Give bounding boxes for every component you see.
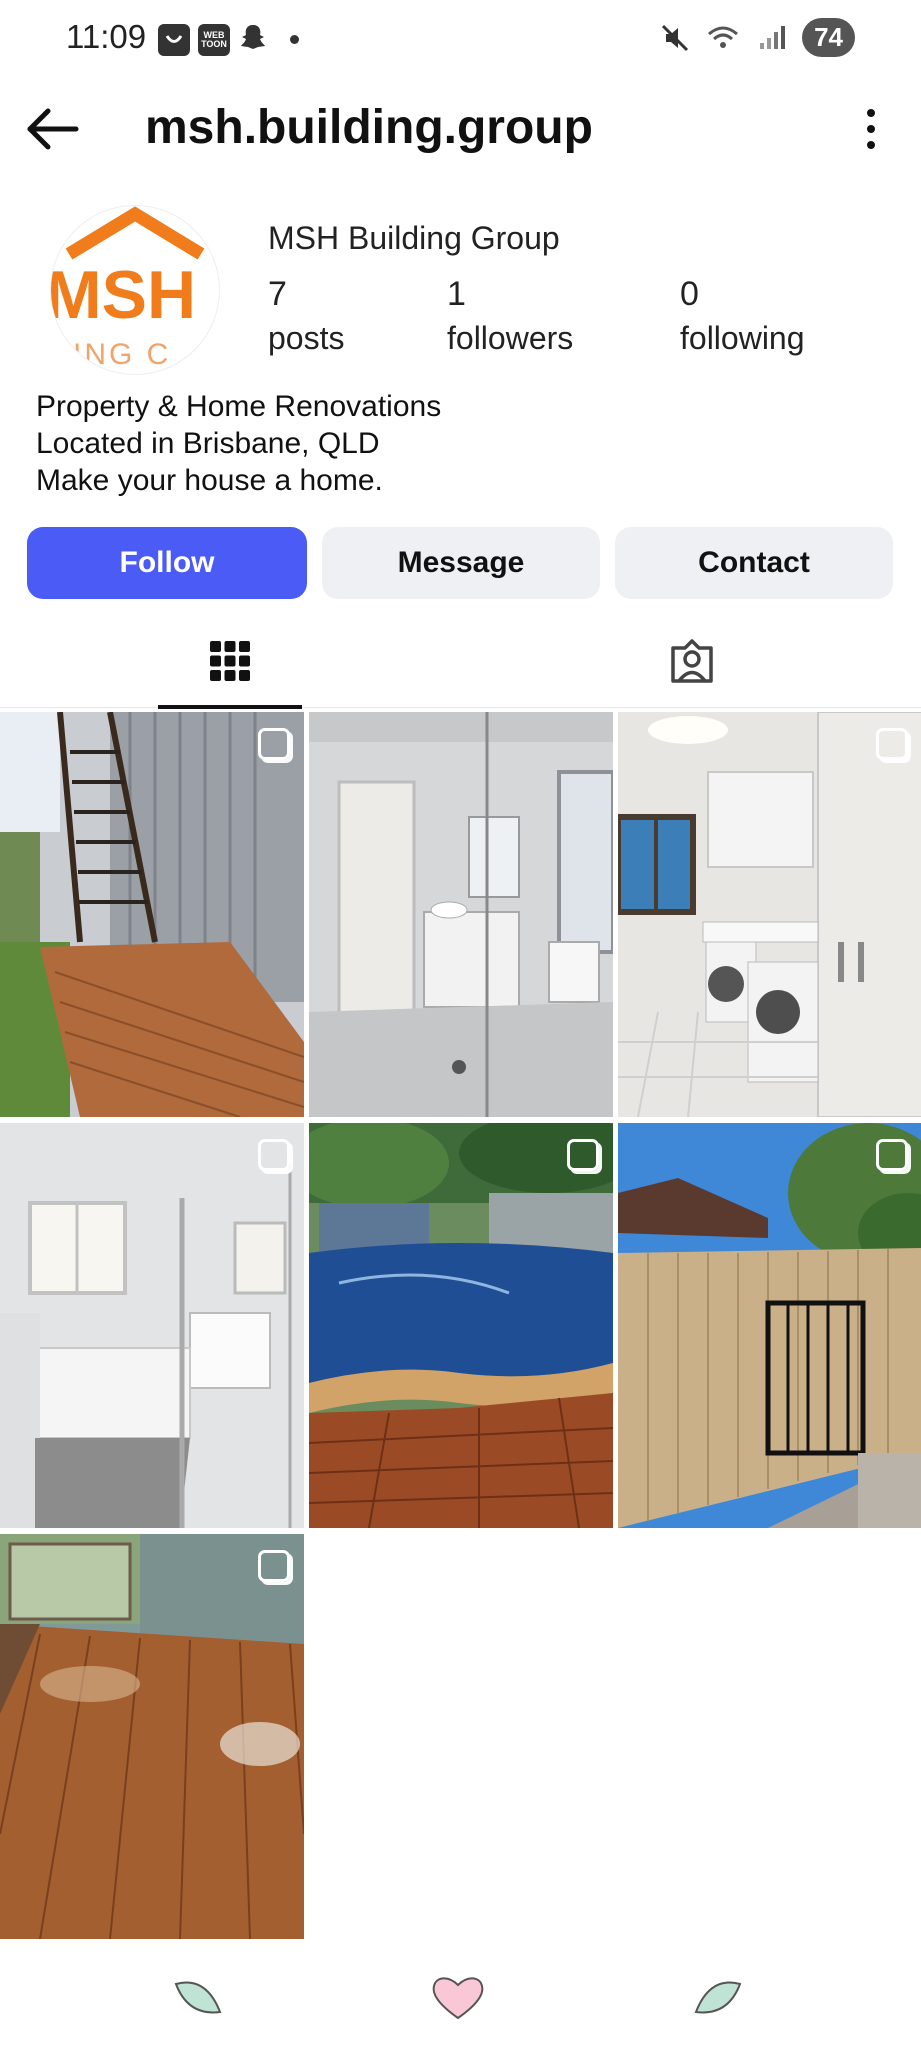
multiple-photos-icon: [258, 1139, 290, 1171]
more-dot-icon: [867, 141, 875, 149]
bio-line: Property & Home Renovations: [36, 390, 442, 423]
followers-count-value: 1: [447, 275, 466, 313]
posts-count[interactable]: 7 posts: [268, 275, 344, 357]
multiple-photos-icon: [258, 728, 290, 760]
profile-username: msh.building.group: [145, 101, 593, 154]
contact-button[interactable]: Contact: [615, 527, 893, 599]
mute-icon: [662, 24, 689, 51]
notification-icons: WEB TOON: [158, 22, 299, 57]
post-thumbnail[interactable]: [309, 712, 613, 1117]
battery-indicator: 74: [802, 18, 855, 57]
multiple-photos-icon: [567, 1139, 599, 1171]
follow-button[interactable]: Follow: [27, 527, 307, 599]
msh-logo: MSH ING C: [51, 206, 205, 371]
heart-icon: [432, 1977, 484, 2020]
notification-dot-icon: [290, 35, 299, 44]
profile-avatar[interactable]: MSH ING C: [50, 205, 220, 375]
posts-count-value: 7: [268, 275, 287, 313]
post-thumbnail[interactable]: [0, 1534, 304, 1939]
post-thumbnail[interactable]: [0, 1123, 304, 1528]
nav-heart-button[interactable]: [428, 1972, 488, 2022]
more-dot-icon: [867, 109, 875, 117]
message-button[interactable]: Message: [322, 527, 600, 599]
multiple-photos-icon: [258, 1550, 290, 1582]
post-thumbnail[interactable]: [618, 1123, 921, 1528]
back-button[interactable]: [24, 104, 84, 154]
post-thumbnail[interactable]: [0, 712, 304, 1117]
followers-count-label: followers: [447, 320, 574, 356]
back-arrow-icon: [27, 108, 79, 150]
nav-leaf-left-button[interactable]: [168, 1972, 228, 2022]
post-thumbnail[interactable]: [618, 712, 921, 1117]
post-thumbnail[interactable]: [309, 1123, 613, 1528]
post-image: [618, 712, 921, 1117]
post-image: [0, 1534, 304, 1939]
post-image: [618, 1123, 921, 1528]
more-dot-icon: [867, 125, 875, 133]
wifi-icon: [708, 26, 739, 48]
profile-display-name: MSH Building Group: [268, 220, 560, 256]
more-options-button[interactable]: [851, 104, 891, 154]
messages-app-icon: [158, 23, 190, 56]
tagged-person-icon: [671, 639, 713, 683]
webtoon-app-icon: WEB TOON: [198, 23, 230, 56]
following-count-value: 0: [680, 275, 699, 313]
post-image: [309, 1123, 613, 1528]
post-image: [0, 712, 304, 1117]
status-bar: 11:09 WEB TOON 74: [0, 0, 921, 78]
nav-leaf-right-button[interactable]: [688, 1972, 748, 2022]
avatar-logo-subtext: ING C: [73, 338, 171, 371]
leaf-icon: [694, 1981, 742, 2014]
bio-line: Make your house a home.: [36, 464, 383, 497]
multiple-photos-icon: [876, 728, 908, 760]
post-image: [0, 1123, 304, 1528]
grid-icon: [210, 641, 250, 681]
snapchat-icon: [238, 22, 268, 57]
system-icons: 74: [660, 18, 855, 57]
status-time: 11:09: [66, 18, 147, 55]
avatar-logo-text: MSH: [51, 257, 196, 333]
followers-count[interactable]: 1 followers: [447, 275, 573, 357]
leaf-icon: [174, 1981, 222, 2014]
following-count-label: following: [680, 320, 805, 356]
posts-count-label: posts: [268, 320, 345, 356]
signal-icon: [760, 25, 786, 49]
profile-bio: Property & Home Renovations Located in B…: [36, 388, 441, 499]
following-count[interactable]: 0 following: [680, 275, 805, 357]
tab-posts-grid[interactable]: [158, 615, 302, 709]
bio-line: Located in Brisbane, QLD: [36, 427, 380, 460]
top-bar: msh.building.group: [0, 90, 921, 170]
profile-tabs: [0, 615, 921, 709]
multiple-photos-icon: [876, 1139, 908, 1171]
tab-tagged[interactable]: [620, 615, 764, 707]
bottom-navigation: [0, 1940, 921, 2048]
post-image: [309, 712, 613, 1117]
